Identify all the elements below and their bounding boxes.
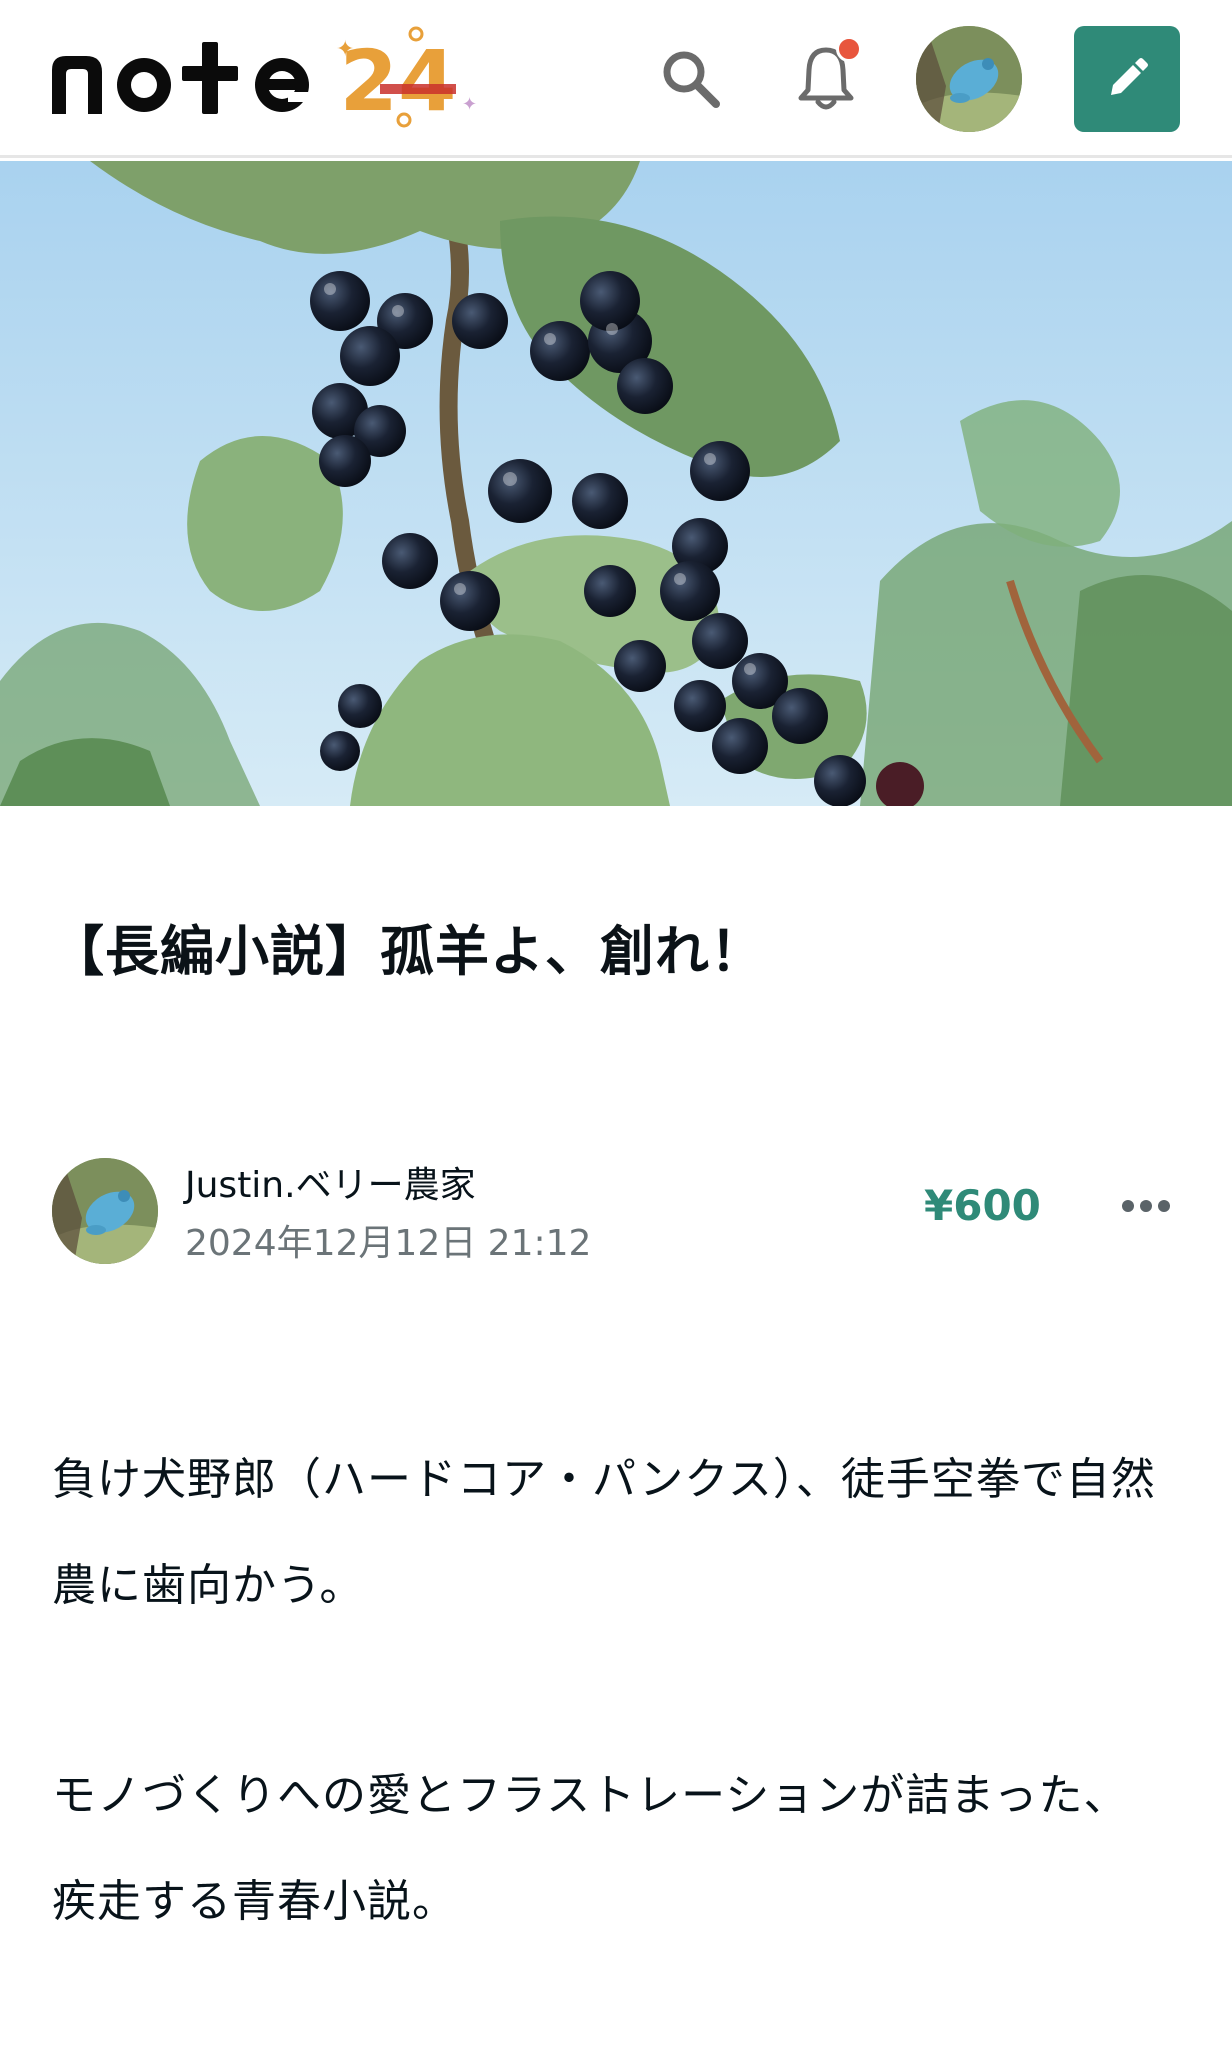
frog-avatar-icon [916,26,1022,132]
body-paragraph: モノづくりへの愛とフラストレーションが詰まった、疾走する青春小説。 [52,1770,1129,1927]
author-name[interactable]: Justin.ベリー農家 [185,1164,476,1208]
note-logo-badge: 24 [340,32,457,130]
search-icon [663,51,720,108]
author-avatar[interactable] [52,1158,158,1264]
cover-image [0,161,1232,806]
more-options-button[interactable] [1106,1178,1186,1234]
user-avatar-button[interactable] [916,26,1022,132]
notifications-button[interactable] [784,36,868,120]
more-dot-icon [1122,1200,1134,1212]
post-date: 2024年12月12日 21:12 [185,1223,592,1264]
article-title: 【長編小説】孤羊よ、創れ！ [50,920,765,983]
pencil-icon [1111,58,1148,95]
price-label: ¥600 [924,1181,1041,1230]
more-dot-icon [1140,1200,1152,1212]
author-row: Justin.ベリー農家 2024年12月12日 21:12 ¥600 [52,1156,1182,1268]
frog-avatar-icon [52,1158,158,1264]
note-logo[interactable]: 24 ✦ ✦ [50,26,530,134]
top-header: 24 ✦ ✦ [0,0,1232,158]
body-paragraph: 負け犬野郎（ハードコア・パンクス）、徒手空拳で自然農に歯向かう。 [52,1454,1156,1611]
svg-text:✦: ✦ [462,94,477,115]
more-dot-icon [1158,1200,1170,1212]
search-button[interactable] [650,38,730,118]
notification-dot [836,36,862,62]
blackcurrant-photo [0,161,1232,806]
svg-text:✦: ✦ [336,37,354,62]
write-post-button[interactable] [1074,26,1180,132]
